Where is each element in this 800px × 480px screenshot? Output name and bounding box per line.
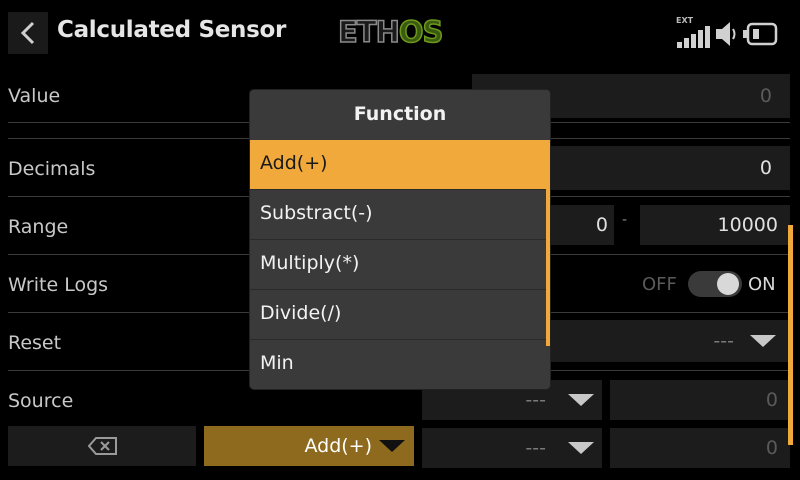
menu-item-subtract[interactable]: Substract(-) [250,189,546,238]
dropdown-arrow-icon [750,335,776,347]
menu-item-min[interactable]: Min [250,339,546,388]
value-label: Value [8,85,61,107]
toggle-off-label: OFF [642,274,677,295]
source2-number[interactable]: 0 [610,428,790,468]
dropdown-arrow-icon [568,394,594,406]
back-button[interactable] [8,12,48,54]
write-logs-label: Write Logs [8,274,109,296]
top-bar: Calculated Sensor ETHOS EXT [0,0,800,66]
speaker-icon [716,22,736,46]
function-button-label: Add(+) [304,435,372,457]
menu-item-add[interactable]: Add(+) [250,140,550,189]
dropdown-arrow-icon [568,442,594,454]
toggle-on-label: ON [748,274,776,295]
menu-item-divide[interactable]: Divide(/) [250,289,546,338]
dialog-scrollbar[interactable] [546,189,550,346]
decimals-label: Decimals [8,158,96,180]
status-area: EXT [676,16,796,48]
signal-bars-icon [677,26,710,48]
function-button[interactable]: Add(+) [204,426,414,466]
range-separator: - [622,212,628,228]
page-scrollbar[interactable] [788,225,793,445]
source1-number[interactable]: 0 [610,380,790,420]
clear-button[interactable] [8,426,196,466]
ext-label: EXT [676,16,694,25]
ethos-logo: ETHOS [337,14,444,50]
range-max-field[interactable]: 10000 [640,205,790,245]
page-title: Calculated Sensor [57,17,287,43]
function-dialog: Function Add(+) Substract(-) Multiply(*)… [250,90,550,389]
menu-item-multiply[interactable]: Multiply(*) [250,239,546,288]
clear-icon [88,437,117,455]
reset-label: Reset [8,332,62,354]
toggle-knob [717,273,739,295]
battery-icon [743,22,778,46]
dropdown-arrow-icon [379,440,405,452]
range-label: Range [8,216,69,238]
dialog-title: Function [250,90,550,138]
back-arrow-icon [20,21,35,45]
source-label: Source [8,390,74,412]
